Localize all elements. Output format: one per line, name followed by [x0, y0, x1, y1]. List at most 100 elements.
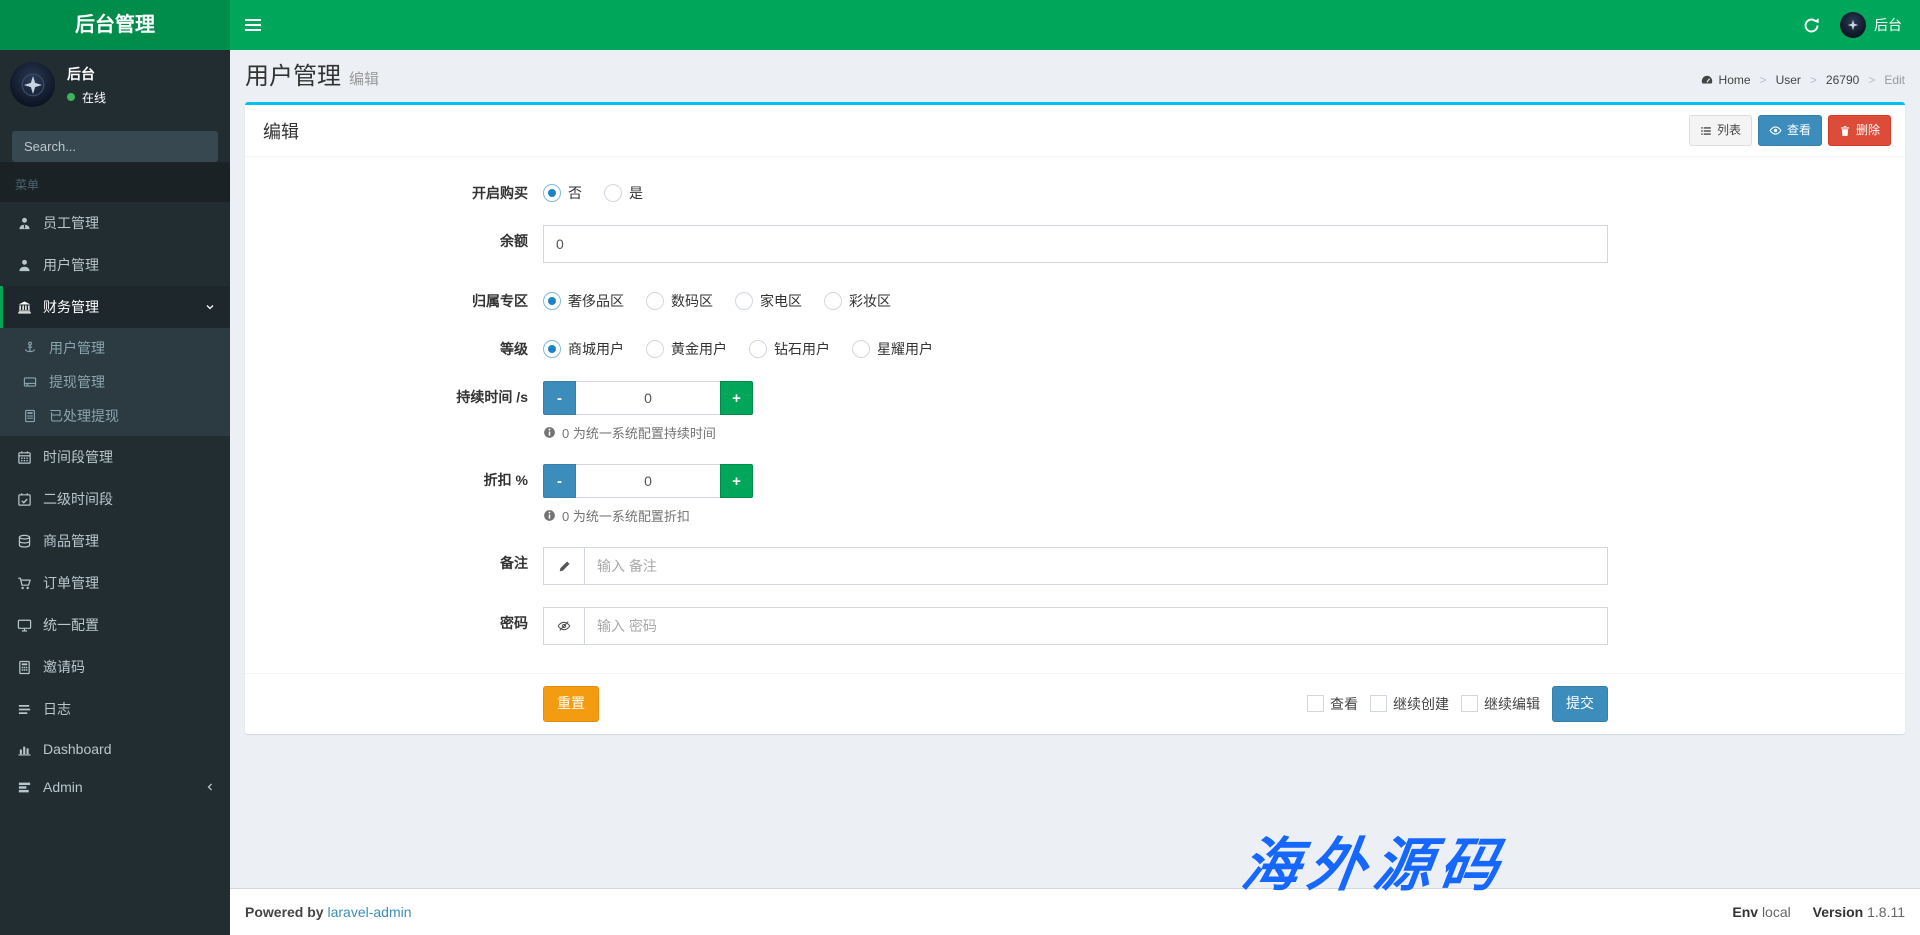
plus-button[interactable]: + — [720, 464, 753, 498]
radio-icon — [646, 292, 664, 310]
list-button[interactable]: 列表 — [1689, 115, 1752, 146]
radio-zone-beauty[interactable]: 彩妆区 — [824, 291, 891, 311]
submenu-item-user-finance[interactable]: 用户管理 — [0, 331, 230, 365]
breadcrumb-home[interactable]: Home — [1700, 73, 1751, 87]
form-row-purchase: 开启购买 否 是 — [255, 177, 1895, 203]
radio-level-diamond[interactable]: 钻石用户 — [749, 339, 830, 359]
sidebar-item-dashboard[interactable]: Dashboard — [0, 730, 230, 768]
calendar-check-icon — [15, 492, 33, 507]
radio-zone-digital[interactable]: 数码区 — [646, 291, 713, 311]
radio-icon — [852, 340, 870, 358]
finance-submenu: 用户管理 提现管理 已处理提现 — [0, 328, 230, 436]
cart-icon — [15, 576, 33, 591]
sidebar-user-panel: 后台 在线 — [0, 50, 230, 119]
duration-input[interactable] — [576, 381, 720, 415]
submit-button[interactable]: 提交 — [1552, 686, 1608, 722]
field-label: 密码 — [255, 607, 543, 645]
online-status-icon — [67, 93, 75, 101]
password-input[interactable] — [585, 607, 1608, 645]
laravel-admin-link[interactable]: laravel-admin — [327, 904, 411, 920]
breadcrumb-edit: Edit — [1884, 73, 1905, 87]
sidebar-item-orders[interactable]: 订单管理 — [0, 562, 230, 604]
sidebar-item-config[interactable]: 统一配置 — [0, 604, 230, 646]
radio-level-mall[interactable]: 商城用户 — [543, 339, 624, 359]
submenu-item-withdraw[interactable]: 提现管理 — [0, 365, 230, 399]
radio-checked-icon — [543, 184, 561, 202]
sidebar-item-timeslot[interactable]: 时间段管理 — [0, 436, 230, 478]
info-icon — [543, 509, 556, 522]
checkbox-continue-create[interactable]: 继续创建 — [1370, 694, 1449, 714]
checkbox-icon — [1307, 695, 1324, 712]
sidebar-item-invite-code[interactable]: 邀请码 — [0, 646, 230, 688]
checkbox-icon — [1370, 695, 1387, 712]
delete-button[interactable]: 删除 — [1828, 115, 1891, 146]
user-icon — [15, 258, 33, 273]
menu-section-label: 菜单 — [0, 162, 230, 202]
staff-icon — [15, 216, 33, 231]
submenu-item-processed-withdraw[interactable]: 已处理提现 — [0, 399, 230, 433]
content-header: 用户管理编辑 Home > User > 26790 > Edit — [230, 50, 1920, 102]
duration-help: 0 为统一系统配置持续时间 — [543, 423, 1608, 442]
sidebar-item-users[interactable]: 用户管理 — [0, 244, 230, 286]
info-icon — [543, 426, 556, 439]
search-button[interactable] — [212, 131, 218, 162]
sidebar-toggle-button[interactable] — [230, 0, 275, 50]
sidebar-item-sub-timeslot[interactable]: 二级时间段 — [0, 478, 230, 520]
form-row-zone: 归属专区 奢侈品区 数码区 家电区 — [255, 285, 1895, 311]
content: 编辑 列表 查看 — [230, 102, 1920, 733]
sidebar-item-finance[interactable]: 财务管理 — [0, 286, 230, 328]
refresh-icon[interactable] — [1803, 17, 1820, 34]
radio-purchase-no[interactable]: 否 — [543, 183, 582, 203]
navbar-user-menu[interactable]: 后台 — [1840, 12, 1902, 38]
checkbox-view-after[interactable]: 查看 — [1307, 694, 1358, 714]
minus-button[interactable]: - — [543, 381, 576, 415]
sidebar-item-products[interactable]: 商品管理 — [0, 520, 230, 562]
radio-icon — [735, 292, 753, 310]
radio-purchase-yes[interactable]: 是 — [604, 183, 643, 203]
field-label: 备注 — [255, 547, 543, 585]
radio-zone-appliance[interactable]: 家电区 — [735, 291, 802, 311]
bar-chart-icon — [15, 742, 33, 757]
database-icon — [15, 534, 33, 549]
sidebar: 后台 在线 菜单 员工管理 用户管理 — [0, 50, 230, 935]
breadcrumb-user[interactable]: User — [1776, 73, 1801, 87]
radio-checked-icon — [543, 292, 561, 310]
breadcrumb: Home > User > 26790 > Edit — [1700, 73, 1905, 90]
user-avatar — [1840, 12, 1866, 38]
reset-button[interactable]: 重置 — [543, 686, 599, 722]
tachometer-icon — [1700, 73, 1714, 87]
field-label: 开启购买 — [255, 177, 543, 203]
radio-level-gold[interactable]: 黄金用户 — [646, 339, 727, 359]
page-title: 用户管理编辑 — [245, 64, 379, 90]
sidebar-item-admin[interactable]: Admin — [0, 768, 230, 806]
breadcrumb-id[interactable]: 26790 — [1826, 73, 1859, 87]
radio-level-star[interactable]: 星耀用户 — [852, 339, 933, 359]
edit-form: 开启购买 否 是 余额 — [245, 156, 1905, 673]
search-input[interactable] — [12, 131, 212, 162]
chevron-down-icon — [204, 301, 216, 313]
sidebar-item-staff[interactable]: 员工管理 — [0, 202, 230, 244]
app-logo[interactable]: 后台管理 — [0, 0, 230, 50]
card-footer: 重置 查看 继续创建 继续编辑 — [245, 673, 1905, 734]
balance-input[interactable] — [543, 225, 1608, 263]
plus-button[interactable]: + — [720, 381, 753, 415]
view-button[interactable]: 查看 — [1758, 115, 1822, 146]
sidebar-user-name: 后台 — [67, 64, 106, 84]
credit-card-icon — [21, 375, 39, 389]
form-row-discount: 折扣 % - + 0 为统一系统配置折扣 — [255, 464, 1895, 525]
radio-zone-luxury[interactable]: 奢侈品区 — [543, 291, 624, 311]
anchor-icon — [21, 341, 39, 355]
radio-icon — [646, 340, 664, 358]
pencil-icon — [543, 547, 585, 585]
remark-input[interactable] — [585, 547, 1608, 585]
checkbox-icon — [1461, 695, 1478, 712]
list-icon — [1700, 125, 1712, 137]
sidebar-item-logs[interactable]: 日志 — [0, 688, 230, 730]
radio-icon — [749, 340, 767, 358]
field-label: 折扣 % — [255, 464, 543, 525]
discount-input[interactable] — [576, 464, 720, 498]
sidebar-user-status: 在线 — [67, 89, 106, 106]
hamburger-icon — [245, 19, 261, 21]
checkbox-continue-edit[interactable]: 继续编辑 — [1461, 694, 1540, 714]
minus-button[interactable]: - — [543, 464, 576, 498]
